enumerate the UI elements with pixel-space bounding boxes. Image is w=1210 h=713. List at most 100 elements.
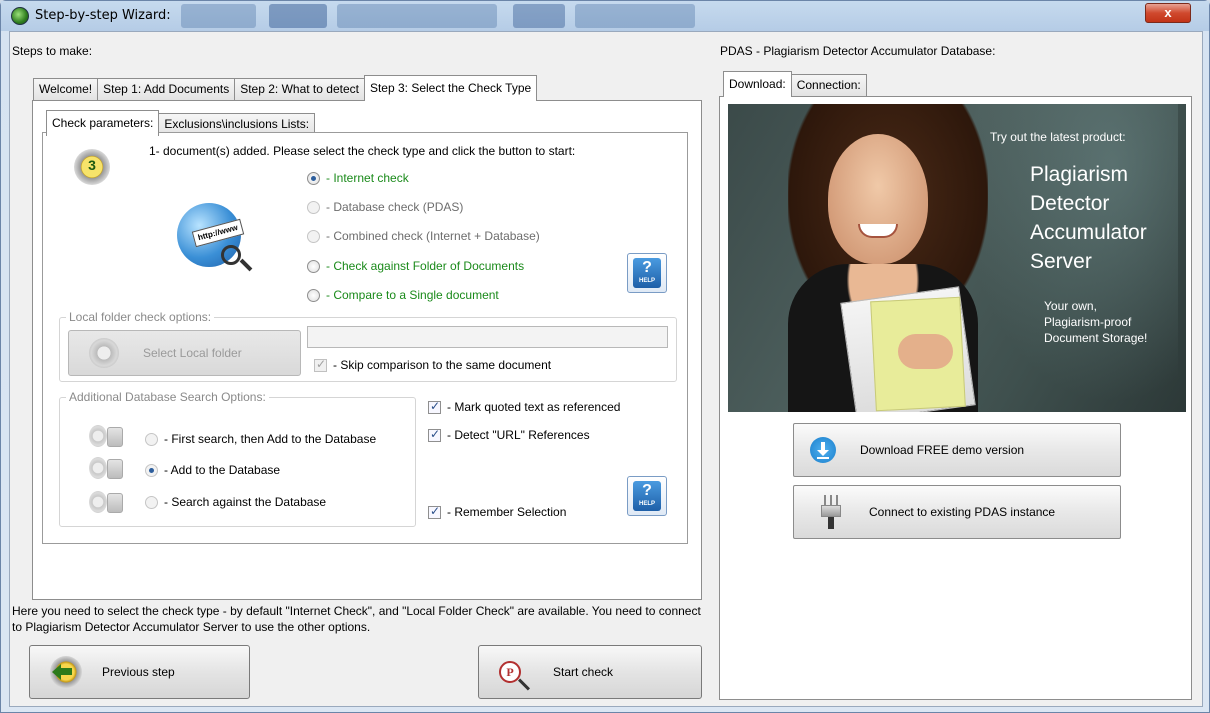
radio-button[interactable] — [307, 200, 320, 214]
db-add-icon — [75, 453, 131, 481]
help-icon-caption: HELP — [638, 501, 655, 507]
app-icon — [11, 7, 29, 25]
checkbox[interactable] — [428, 504, 441, 519]
radio-internet-check[interactable]: - Internet check — [307, 171, 409, 185]
promo-tagline: Try out the latest product: — [990, 130, 1126, 144]
help-button-db-options[interactable]: ? HELP — [627, 476, 667, 516]
promo-sub-line: Plagiarism-proof — [1044, 315, 1132, 329]
step-number: 3 — [88, 157, 96, 173]
radio-add-to-database[interactable]: - Add to the Database — [145, 463, 280, 477]
client-area: Steps to make: Welcome! Step 1: Add Docu… — [9, 31, 1203, 707]
promo-product-line: Server — [1030, 250, 1092, 273]
radio-label: - First search, then Add to the Database — [164, 432, 377, 446]
download-demo-label: Download FREE demo version — [860, 443, 1025, 457]
tab-welcome[interactable]: Welcome! — [33, 78, 99, 100]
connect-pdas-label: Connect to existing PDAS instance — [869, 505, 1056, 519]
background-taskbar-item — [269, 4, 327, 28]
tab-connection[interactable]: Connection: — [790, 74, 867, 96]
close-icon: x — [1164, 5, 1172, 20]
download-demo-button[interactable]: Download FREE demo version — [793, 423, 1121, 477]
background-taskbar-item — [181, 4, 256, 28]
promo-product-line: Detector — [1030, 192, 1110, 215]
radio-button[interactable] — [145, 495, 158, 509]
radio-combined-check[interactable]: - Combined check (Internet + Database) — [307, 229, 540, 243]
help-icon-caption: HELP — [638, 278, 655, 284]
start-check-label: Start check — [553, 665, 614, 679]
plagiarism-search-icon: P — [499, 661, 531, 691]
background-taskbar-item — [513, 4, 565, 28]
magnifier-icon — [221, 245, 241, 265]
radio-button[interactable] — [307, 259, 320, 273]
folder-gear-icon — [89, 338, 119, 368]
close-button[interactable]: x — [1145, 3, 1191, 23]
checkbox-label: - Detect "URL" References — [447, 428, 590, 442]
step-number-gear-icon: 3 — [74, 149, 110, 185]
db-options-legend: Additional Database Search Options: — [66, 390, 269, 404]
help-icon-glyph: ? — [642, 482, 652, 499]
globe-url-label: http://www — [191, 218, 245, 248]
instruction-text: 1- document(s) added. Please select the … — [149, 144, 576, 158]
window-title: Step-by-step Wizard: — [35, 8, 171, 23]
radio-button[interactable] — [307, 288, 320, 302]
local-folder-legend: Local folder check options: — [66, 310, 215, 324]
start-check-button[interactable]: P Start check — [478, 645, 702, 699]
background-taskbar-item — [575, 4, 695, 28]
back-arrow-icon — [50, 656, 82, 688]
pdas-group-title: PDAS - Plagiarism Detector Accumulator D… — [720, 44, 996, 58]
radio-database-check[interactable]: - Database check (PDAS) — [307, 200, 463, 214]
previous-step-label: Previous step — [102, 665, 175, 679]
tab-step2-what-to-detect[interactable]: Step 2: What to detect — [234, 78, 365, 100]
radio-label: - Add to the Database — [164, 463, 281, 477]
radio-label: - Compare to a Single document — [326, 288, 499, 302]
checkbox-label: - Skip comparison to the same document — [333, 358, 552, 372]
radio-button[interactable] — [145, 463, 158, 477]
mark-quoted-option[interactable]: - Mark quoted text as referenced — [428, 399, 621, 414]
description-text: Here you need to select the check type -… — [12, 604, 701, 634]
radio-button[interactable] — [307, 229, 320, 243]
detect-url-option[interactable]: - Detect "URL" References — [428, 427, 590, 442]
radio-label: - Check against Folder of Documents — [326, 259, 525, 273]
background-taskbar-item — [337, 4, 497, 28]
connect-pdas-button[interactable]: Connect to existing PDAS instance — [793, 485, 1121, 539]
remember-selection-option[interactable]: - Remember Selection — [428, 504, 567, 519]
tab-check-parameters[interactable]: Check parameters: — [46, 110, 160, 136]
select-local-folder-button[interactable]: Select Local folder — [68, 330, 301, 376]
checkbox[interactable] — [428, 399, 441, 414]
radio-button[interactable] — [145, 432, 158, 446]
download-icon — [810, 437, 836, 463]
help-icon: ? HELP — [633, 258, 661, 288]
promo-product-line: Accumulator — [1030, 221, 1147, 244]
woman-hand — [898, 334, 953, 369]
help-icon: ? HELP — [633, 481, 661, 511]
tab-download[interactable]: Download: — [723, 71, 792, 97]
radio-first-search-then-add[interactable]: - First search, then Add to the Database — [145, 432, 376, 446]
pdas-promo-banner: Try out the latest product: Plagiarism D… — [728, 104, 1186, 412]
radio-button[interactable] — [307, 171, 320, 185]
checkbox[interactable] — [428, 427, 441, 442]
db-search-icon — [75, 487, 131, 515]
help-button-check-type[interactable]: ? HELP — [627, 253, 667, 293]
checkbox-label: - Remember Selection — [447, 505, 567, 519]
radio-search-against-database[interactable]: - Search against the Database — [145, 495, 326, 509]
plagiarism-icon-letter: P — [506, 665, 514, 679]
tab-step1-add-documents[interactable]: Step 1: Add Documents — [97, 78, 236, 100]
help-icon-glyph: ? — [642, 259, 652, 276]
promo-product-line: Plagiarism — [1030, 163, 1129, 186]
local-folder-path-field[interactable] — [307, 326, 668, 348]
checkbox-label: - Mark quoted text as referenced — [447, 400, 621, 414]
radio-label: - Database check (PDAS) — [326, 200, 464, 214]
checkbox[interactable] — [314, 357, 327, 372]
radio-folder-check[interactable]: - Check against Folder of Documents — [307, 259, 524, 273]
plug-connector-icon — [821, 495, 841, 529]
radio-single-document[interactable]: - Compare to a Single document — [307, 288, 499, 302]
previous-step-button[interactable]: Previous step — [29, 645, 250, 699]
skip-same-document-option[interactable]: - Skip comparison to the same document — [314, 357, 552, 372]
title-bar: Step-by-step Wizard: x — [1, 1, 1209, 31]
steps-group-title: Steps to make: — [12, 44, 93, 58]
radio-label: - Combined check (Internet + Database) — [326, 229, 540, 243]
promo-sub-line: Your own, — [1044, 299, 1097, 313]
db-first-search-icon — [75, 421, 131, 449]
promo-sub-line: Document Storage! — [1044, 331, 1148, 345]
step-tabs: Welcome! Step 1: Add Documents Step 2: W… — [33, 75, 538, 101]
tab-step3-select-check-type[interactable]: Step 3: Select the Check Type — [363, 75, 538, 101]
